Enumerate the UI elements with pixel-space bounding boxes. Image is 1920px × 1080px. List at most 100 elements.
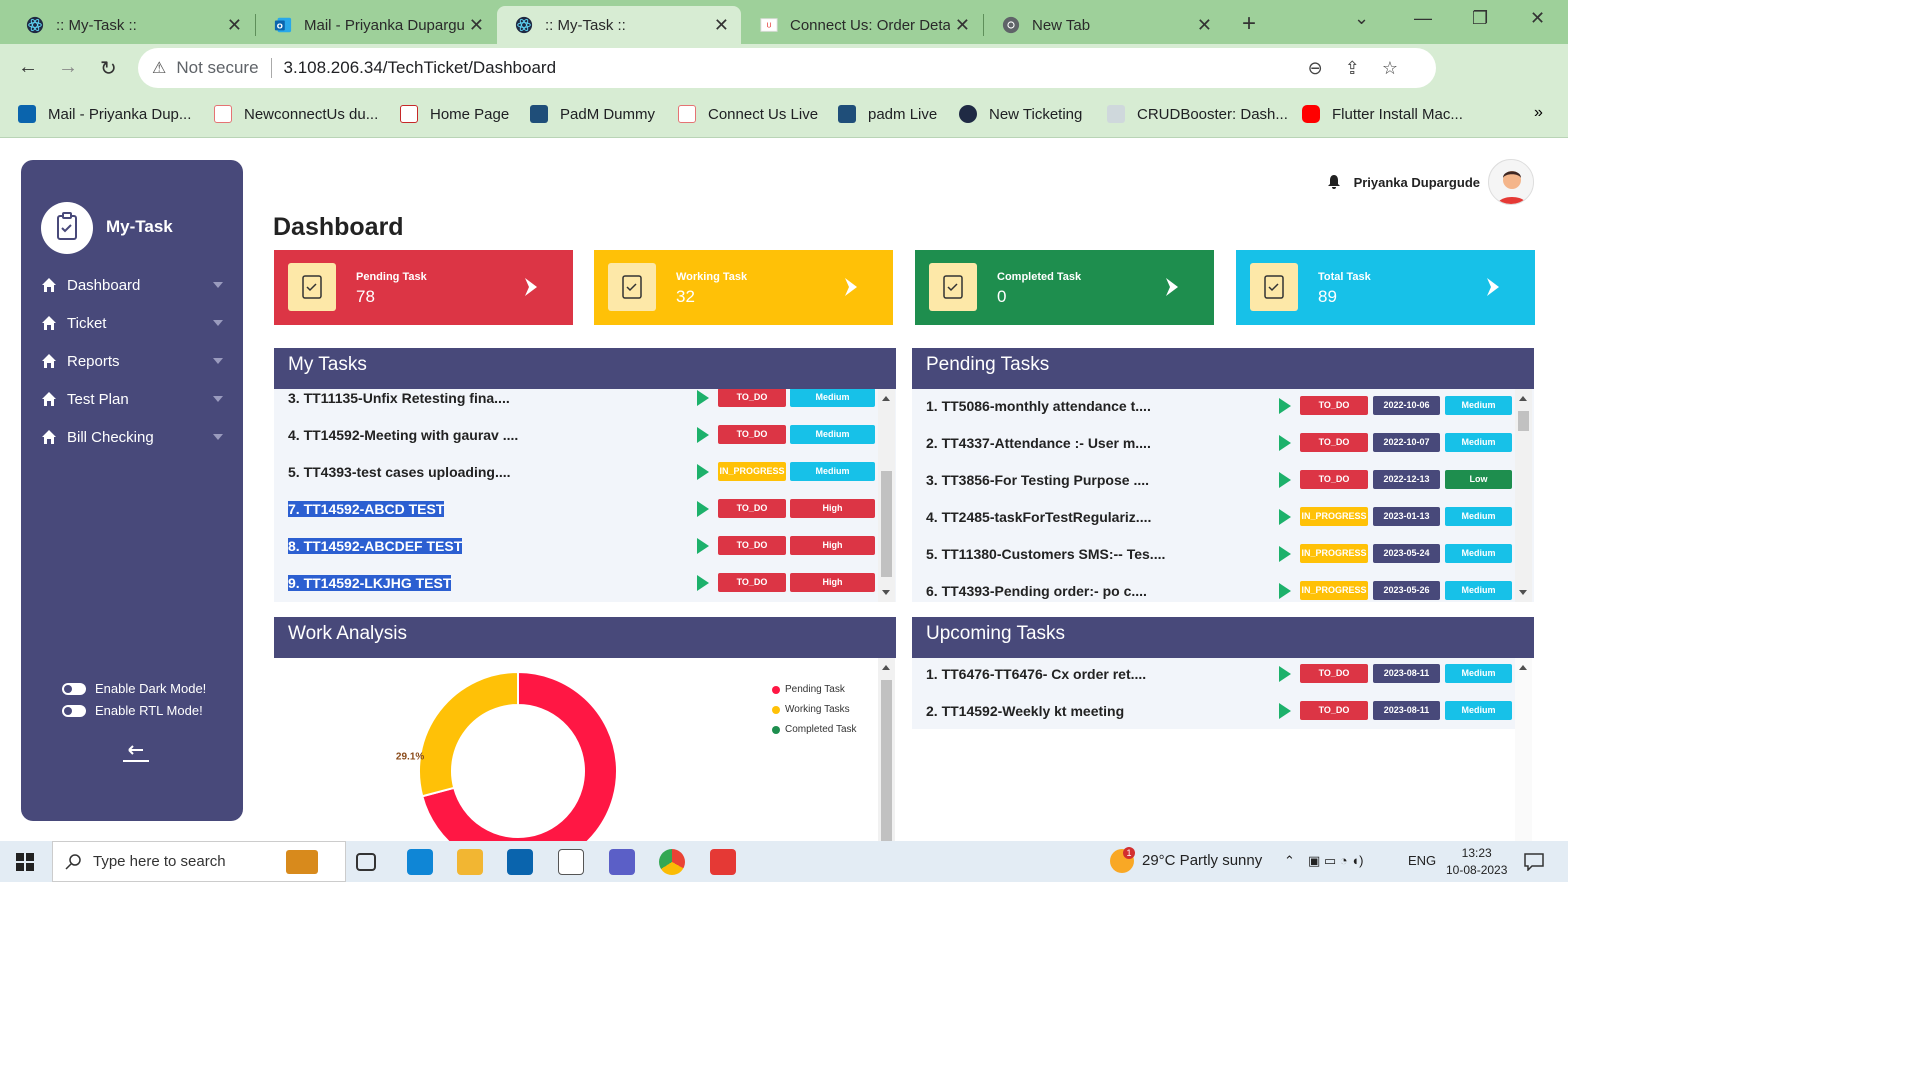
sidebar-item-bill-checking[interactable]: Bill Checking — [41, 425, 223, 449]
clock[interactable]: 13:23 10-08-2023 — [1446, 845, 1507, 879]
scrollbar[interactable] — [878, 389, 895, 602]
scroll-up-icon[interactable] — [1519, 396, 1527, 401]
outlook-icon[interactable] — [507, 849, 533, 875]
chevron-right-icon[interactable] — [841, 276, 863, 298]
table-row[interactable]: 5. TT11380-Customers SMS:-- Tes.... IN_P… — [912, 535, 1516, 572]
play-icon[interactable] — [697, 427, 709, 443]
taskbar-search[interactable]: Type here to search — [52, 841, 346, 882]
play-icon[interactable] — [1279, 435, 1291, 451]
back-icon[interactable]: ← — [18, 56, 38, 79]
task-title[interactable]: 3. TT3856-For Testing Purpose .... — [926, 472, 1149, 488]
forward-icon[interactable]: → — [58, 56, 78, 79]
bookmark-item[interactable]: NewconnectUs du... — [214, 105, 378, 123]
scroll-up-icon[interactable] — [1519, 665, 1527, 670]
stat-card-completed[interactable]: Completed Task 0 — [915, 250, 1214, 325]
close-icon[interactable]: ✕ — [469, 15, 484, 36]
task-title[interactable]: 4. TT14592-Meeting with gaurav .... — [288, 427, 518, 443]
browser-tab[interactable]: U Connect Us: Order Details ✕ — [742, 6, 982, 44]
security-label[interactable]: Not secure — [176, 58, 258, 78]
table-row[interactable]: 6. TT4393-Pending order:- po c.... IN_PR… — [912, 572, 1516, 602]
toggle-switch[interactable] — [62, 704, 86, 717]
donut-slice-working-tasks[interactable] — [418, 670, 519, 798]
table-row[interactable]: 3. TT3856-For Testing Purpose .... TO_DO… — [912, 461, 1516, 498]
task-title[interactable]: 1. TT5086-monthly attendance t.... — [926, 398, 1151, 414]
legend-item[interactable]: Completed Task — [772, 724, 857, 735]
play-icon[interactable] — [697, 538, 709, 554]
table-row[interactable]: 4. TT2485-taskForTestRegulariz.... IN_PR… — [912, 498, 1516, 535]
collapse-sidebar-icon[interactable] — [121, 742, 151, 764]
task-title[interactable]: 8. TT14592-ABCDEF TEST — [288, 537, 463, 554]
table-row[interactable]: 2. TT14592-Weekly kt meeting TO_DO 2023-… — [912, 692, 1516, 729]
play-icon[interactable] — [697, 464, 709, 480]
omnibox[interactable]: ⚠ Not secure 3.108.206.34/TechTicket/Das… — [138, 48, 1436, 88]
scrollbar[interactable] — [878, 658, 895, 841]
toggle-switch[interactable] — [62, 682, 86, 695]
task-title[interactable]: 2. TT4337-Attendance :- User m.... — [926, 435, 1151, 451]
bookmark-item[interactable]: PadM Dummy — [530, 105, 655, 123]
bookmark-item[interactable]: padm Live — [838, 105, 937, 123]
weather-text[interactable]: 29°C Partly sunny — [1142, 852, 1262, 869]
play-icon[interactable] — [1279, 583, 1291, 599]
task-view-icon[interactable] — [356, 853, 376, 871]
url-text[interactable]: 3.108.206.34/TechTicket/Dashboard — [284, 58, 557, 78]
avatar[interactable] — [1488, 159, 1534, 205]
play-icon[interactable] — [697, 575, 709, 591]
app-l-icon[interactable] — [407, 849, 433, 875]
vnc-icon[interactable] — [558, 849, 584, 875]
new-tab-button[interactable]: + — [1242, 10, 1256, 38]
bookmark-item[interactable]: New Ticketing — [959, 105, 1082, 123]
table-row[interactable]: 1. TT6476-TT6476- Cx order ret.... TO_DO… — [912, 658, 1516, 692]
table-row[interactable]: 7. TT14592-ABCD TEST TO_DO High — [274, 490, 878, 527]
brand-name[interactable]: My-Task — [106, 217, 173, 237]
play-icon[interactable] — [1279, 666, 1291, 682]
task-title[interactable]: 2. TT14592-Weekly kt meeting — [926, 703, 1124, 719]
scroll-down-icon[interactable] — [1519, 590, 1527, 595]
minimize-icon[interactable]: — — [1414, 8, 1432, 29]
legend-item[interactable]: Working Tasks — [772, 704, 850, 715]
browser-tab[interactable]: New Tab ✕ — [984, 6, 1224, 44]
table-row[interactable]: 2. TT4337-Attendance :- User m.... TO_DO… — [912, 424, 1516, 461]
scrollbar[interactable] — [1515, 658, 1532, 841]
task-title[interactable]: 1. TT6476-TT6476- Cx order ret.... — [926, 666, 1146, 682]
sidebar-item-test-plan[interactable]: Test Plan — [41, 387, 223, 411]
notification-icon[interactable] — [1524, 853, 1544, 871]
browser-tab[interactable]: O Mail - Priyanka Dupargude ✕ — [256, 6, 496, 44]
window-close-icon[interactable]: ✕ — [1530, 8, 1545, 29]
scroll-up-icon[interactable] — [882, 665, 890, 670]
dark-mode-toggle[interactable]: Enable Dark Mode! — [62, 681, 206, 696]
restore-icon[interactable]: ❐ — [1472, 8, 1488, 29]
close-icon[interactable]: ✕ — [955, 15, 970, 36]
tab-search-icon[interactable]: ⌄ — [1354, 8, 1369, 29]
sidebar-item-dashboard[interactable]: Dashboard — [41, 273, 223, 297]
task-title[interactable]: 6. TT4393-Pending order:- po c.... — [926, 583, 1147, 599]
language-indicator[interactable]: ENG — [1408, 853, 1436, 868]
sidebar-item-ticket[interactable]: Ticket — [41, 311, 223, 335]
sidebar-item-reports[interactable]: Reports — [41, 349, 223, 373]
scroll-thumb[interactable] — [1518, 411, 1529, 431]
bookmark-item[interactable]: Flutter Install Mac... — [1302, 105, 1463, 123]
scroll-thumb[interactable] — [881, 471, 892, 577]
task-title[interactable]: 9. TT14592-LKJHG TEST — [288, 574, 452, 591]
chrome-icon[interactable] — [659, 849, 685, 875]
table-row[interactable]: 8. TT14592-ABCDEF TEST TO_DO High — [274, 527, 878, 564]
play-icon[interactable] — [697, 390, 709, 406]
play-icon[interactable] — [1279, 472, 1291, 488]
play-icon[interactable] — [1279, 546, 1291, 562]
task-title[interactable]: 5. TT4393-test cases uploading.... — [288, 464, 511, 480]
scroll-thumb[interactable] — [881, 680, 892, 841]
bookmark-item[interactable]: Mail - Priyanka Dup... — [18, 105, 191, 123]
chevron-right-icon[interactable] — [1162, 276, 1184, 298]
app-v-icon[interactable] — [710, 849, 736, 875]
teams-icon[interactable] — [609, 849, 635, 875]
share-icon[interactable]: ⇪ — [1345, 58, 1382, 78]
scroll-up-icon[interactable] — [882, 396, 890, 401]
bookmark-item[interactable]: Home Page — [400, 105, 509, 123]
task-title[interactable]: 3. TT11135-Unfix Retesting fina.... — [288, 390, 510, 406]
scroll-down-icon[interactable] — [882, 590, 890, 595]
chevron-right-icon[interactable] — [1483, 276, 1505, 298]
user-name[interactable]: Priyanka Dupargude — [1354, 175, 1480, 190]
tray-icons[interactable]: ▣ ▭ ◔ ◖) — [1308, 853, 1363, 869]
stat-card-working[interactable]: Working Task 32 — [594, 250, 893, 325]
bookmark-item[interactable]: CRUDBooster: Dash... — [1107, 105, 1288, 123]
play-icon[interactable] — [697, 501, 709, 517]
